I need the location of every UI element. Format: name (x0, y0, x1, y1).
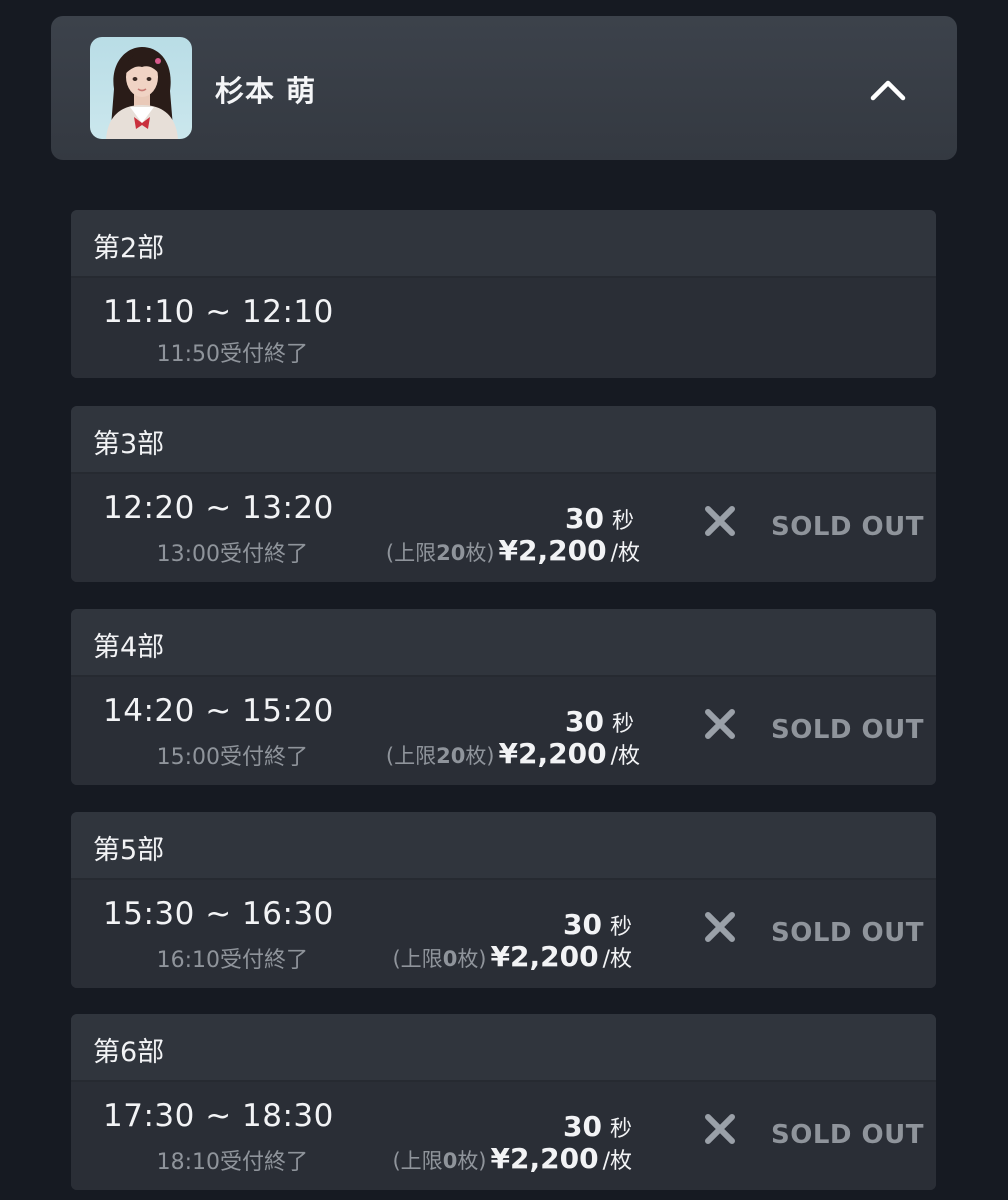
session-duration: 30 秒 (565, 705, 634, 738)
price-value: ¥2,200 (490, 940, 599, 973)
session-price: (上限20枚) ¥2,200/枚 (386, 737, 640, 770)
price-value: ¥2,200 (498, 737, 607, 770)
session-title: 第3部 (93, 429, 165, 460)
session-title: 第2部 (93, 233, 165, 264)
session-deadline: 11:50受付終了 (156, 342, 308, 367)
price-value: ¥2,200 (490, 1142, 599, 1175)
session-card: 第5部 15:30 ~ 16:30 16:10受付終了 30 秒 (上限0枚) ¥2… (71, 812, 936, 988)
sold-out-status: SOLD OUT (771, 512, 924, 542)
session-header: 第5部 (71, 812, 936, 880)
duration-value: 30 (563, 1110, 602, 1143)
session-title: 第5部 (93, 835, 165, 866)
sold-out-status: SOLD OUT (771, 715, 924, 745)
session-header: 第4部 (71, 609, 936, 677)
session-body: 11:10 ~ 12:10 11:50受付終了 (71, 278, 936, 378)
ticket-limit: (上限20枚) (385, 744, 495, 768)
session-deadline: 16:10受付終了 (156, 948, 308, 973)
session-body: 17:30 ~ 18:30 18:10受付終了 30 秒 (上限0枚) ¥2,200… (71, 1082, 936, 1190)
sold-out-status: SOLD OUT (771, 1120, 924, 1150)
collapse-button[interactable] (863, 68, 913, 108)
session-body: 12:20 ~ 13:20 13:00受付終了 30 秒 (上限20枚) ¥2,20… (71, 474, 936, 582)
ticket-limit: (上限0枚) (392, 1149, 487, 1173)
session-card: 第6部 17:30 ~ 18:30 18:10受付終了 30 秒 (上限0枚) ¥2… (71, 1014, 936, 1190)
session-price: (上限20枚) ¥2,200/枚 (386, 534, 640, 567)
session-price: (上限0枚) ¥2,200/枚 (392, 1142, 632, 1175)
duration-value: 30 (565, 502, 604, 535)
session-header: 第3部 (71, 406, 936, 474)
duration-unit: 秒 (609, 915, 632, 940)
session-price: (上限0枚) ¥2,200/枚 (392, 940, 632, 973)
session-time: 12:20 ~ 13:20 (103, 490, 334, 526)
duration-unit: 秒 (611, 509, 634, 534)
chevron-up-icon (870, 80, 906, 101)
member-avatar (90, 37, 192, 139)
session-deadline: 13:00受付終了 (156, 542, 308, 567)
close-icon (703, 910, 737, 944)
price-unit: /枚 (610, 744, 640, 769)
member-header[interactable]: 杉本 萌 (51, 16, 957, 160)
session-title: 第4部 (93, 632, 165, 663)
close-icon (703, 1112, 737, 1146)
session-header: 第6部 (71, 1014, 936, 1082)
duration-value: 30 (563, 908, 602, 941)
sold-out-status: SOLD OUT (771, 918, 924, 948)
session-time: 14:20 ~ 15:20 (103, 693, 334, 729)
session-body: 15:30 ~ 16:30 16:10受付終了 30 秒 (上限0枚) ¥2,200… (71, 880, 936, 988)
session-duration: 30 秒 (563, 1110, 632, 1143)
price-unit: /枚 (610, 541, 640, 566)
close-icon (703, 504, 737, 538)
price-unit: /枚 (602, 947, 632, 972)
session-card: 第2部 11:10 ~ 12:10 11:50受付終了 (71, 210, 936, 378)
session-title: 第6部 (93, 1037, 165, 1068)
price-value: ¥2,200 (498, 534, 607, 567)
price-unit: /枚 (602, 1149, 632, 1174)
duration-unit: 秒 (609, 1117, 632, 1142)
session-body: 14:20 ~ 15:20 15:00受付終了 30 秒 (上限20枚) ¥2,20… (71, 677, 936, 785)
session-card: 第3部 12:20 ~ 13:20 13:00受付終了 30 秒 (上限20枚) ¥… (71, 406, 936, 582)
close-icon (703, 707, 737, 741)
session-duration: 30 秒 (565, 502, 634, 535)
member-name: 杉本 萌 (215, 74, 317, 108)
session-deadline: 18:10受付終了 (156, 1150, 308, 1175)
duration-value: 30 (565, 705, 604, 738)
session-time: 15:30 ~ 16:30 (103, 896, 334, 932)
ticket-limit: (上限0枚) (392, 947, 487, 971)
session-card: 第4部 14:20 ~ 15:20 15:00受付終了 30 秒 (上限20枚) ¥… (71, 609, 936, 785)
session-time: 11:10 ~ 12:10 (103, 294, 334, 330)
duration-unit: 秒 (611, 712, 634, 737)
ticket-limit: (上限20枚) (385, 541, 495, 565)
session-duration: 30 秒 (563, 908, 632, 941)
session-deadline: 15:00受付終了 (156, 745, 308, 770)
session-time: 17:30 ~ 18:30 (103, 1098, 334, 1134)
session-header: 第2部 (71, 210, 936, 278)
